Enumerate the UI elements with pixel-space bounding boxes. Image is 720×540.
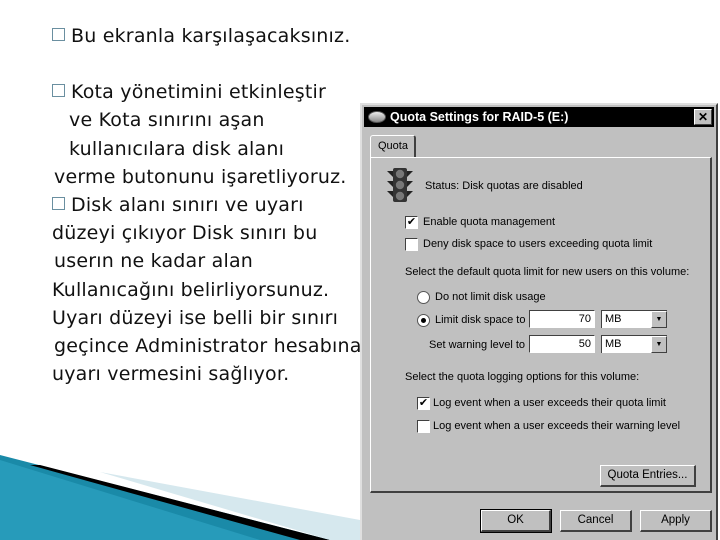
logging-heading: Select the quota logging options for thi… [405,371,640,383]
dialog-title: Quota Settings for RAID-5 (E:) [390,110,569,124]
quota-panel: Status: Disk quotas are disabled ✔ Enabl… [370,157,712,493]
close-button[interactable]: ✕ [694,109,712,125]
close-icon: ✕ [697,110,709,124]
text-line: ve Kota sınırını aşan [69,109,265,132]
text-line: düzeyi çıkıyor Disk sınırı bu [52,222,318,245]
enable-quota-label[interactable]: Enable quota management [423,216,555,228]
text-line: uyarı vermesini sağlıyor. [52,363,290,386]
apply-button[interactable]: Apply [640,510,712,532]
log-limit-label[interactable]: Log event when a user exceeds their quot… [433,397,666,409]
traffic-light-icon [387,168,413,202]
slide-body: Bu ekranla karşılaşacaksınız. Kota yönet… [52,22,372,388]
no-limit-label[interactable]: Do not limit disk usage [435,291,546,303]
quota-entries-button[interactable]: Quota Entries... [600,465,696,487]
ok-button[interactable]: OK [480,509,552,533]
bullet-3: Disk alanı sınırı ve uyarı [52,191,372,219]
deny-space-checkbox[interactable] [405,238,418,251]
text-line: kullanıcılara disk alanı [69,137,285,160]
limit-space-radio[interactable] [417,314,430,327]
no-limit-radio[interactable] [417,291,430,304]
warning-level-label: Set warning level to [429,339,525,351]
enable-quota-checkbox[interactable]: ✔ [405,216,418,229]
warning-level-input[interactable]: 50 [529,335,595,353]
warning-unit-select[interactable]: MB ▼ [601,335,667,353]
limit-space-label[interactable]: Limit disk space to [435,314,525,326]
drive-icon [368,111,386,123]
text-line: Uyarı düzeyi ise belli bir sınırı [52,306,339,329]
log-warning-checkbox[interactable] [417,420,430,433]
bullet-square-icon [52,84,65,98]
bullet-1: Bu ekranla karşılaşacaksınız. [52,22,372,50]
bullet-square-icon [52,28,65,41]
deny-space-label[interactable]: Deny disk space to users exceeding quota… [423,238,652,250]
title-bar[interactable]: Quota Settings for RAID-5 (E:) ✕ [364,107,714,127]
log-limit-checkbox[interactable]: ✔ [417,397,430,410]
bullet-square-icon [52,197,65,211]
text-line: userın ne kadar alan [54,250,254,273]
text-line: verme butonunu işaretliyoruz. [54,165,347,188]
default-limit-heading: Select the default quota limit for new u… [405,266,690,278]
status-text: Status: Disk quotas are disabled [425,180,583,192]
quota-settings-dialog: Quota Settings for RAID-5 (E:) ✕ Quota S… [360,103,718,540]
text-line: geçince Administrator hesabına [54,335,362,358]
dropdown-arrow-icon[interactable]: ▼ [651,336,667,353]
log-warning-label[interactable]: Log event when a user exceeds their warn… [433,420,680,432]
cancel-button[interactable]: Cancel [560,510,632,532]
dropdown-arrow-icon[interactable]: ▼ [651,311,667,328]
bullet-2: Kota yönetimini etkinleştir [52,78,372,106]
limit-space-input[interactable]: 70 [529,310,595,328]
text-line: Kullanıcağını belirliyorsunuz. [52,278,330,301]
limit-unit-select[interactable]: MB ▼ [601,310,667,328]
tab-quota[interactable]: Quota [370,135,416,157]
